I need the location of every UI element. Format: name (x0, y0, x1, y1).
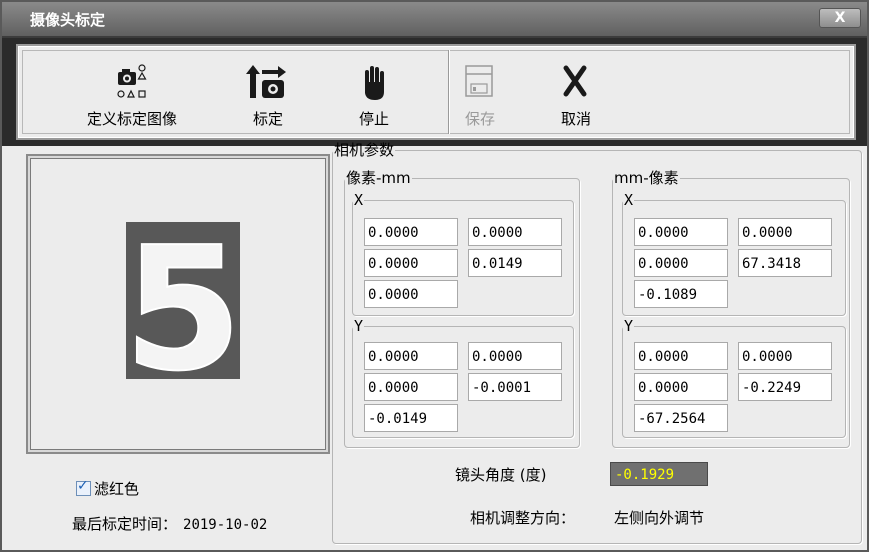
m2p-x-cell[interactable]: 0.0000 (738, 218, 832, 246)
m2p-y-cell[interactable]: 0.0000 (634, 373, 728, 401)
mm-to-pixel-y-label: Y (624, 317, 634, 335)
define-image-button[interactable]: 定义标定图像 (62, 52, 202, 134)
close-button[interactable]: X (819, 8, 861, 28)
stop-button[interactable]: 停止 (344, 52, 404, 134)
p2m-x-cell[interactable]: 0.0000 (364, 280, 458, 308)
p2m-x-cell[interactable]: 0.0000 (468, 218, 562, 246)
m2p-y-cell[interactable]: 0.0000 (738, 342, 832, 370)
mm-to-pixel-x-label: X (624, 191, 634, 209)
last-calibration-date: 2019-10-02 (183, 517, 268, 533)
main-panel: 5 滤红色 最后标定时间： 2019-10-02 相机参数 像素-mm X 0.0… (16, 142, 862, 546)
pixel-to-mm-y-label: Y (354, 317, 364, 335)
toolbar: 定义标定图像 标定 停止 保存 取消 (16, 44, 856, 140)
filter-red-checkbox[interactable] (76, 478, 91, 496)
p2m-y-cell[interactable]: -0.0001 (468, 373, 562, 401)
calibration-image: 5 (123, 210, 243, 410)
hand-stop-icon (344, 60, 404, 102)
p2m-x-cell[interactable]: 0.0149 (468, 249, 562, 277)
floppy-disk-icon (450, 60, 510, 102)
m2p-x-cell[interactable]: 67.3418 (738, 249, 832, 277)
m2p-y-cell[interactable]: 0.0000 (634, 342, 728, 370)
cancel-label: 取消 (560, 110, 591, 128)
last-calibration-label: 最后标定时间： (72, 515, 178, 533)
close-x-icon (546, 60, 606, 102)
pixel-to-mm-title: 像素-mm (346, 169, 411, 187)
mm-to-pixel-title: mm-像素 (614, 169, 679, 187)
cancel-button[interactable]: 取消 (546, 52, 606, 134)
p2m-x-cell[interactable]: 0.0000 (364, 249, 458, 277)
p2m-y-cell[interactable]: 0.0000 (468, 342, 562, 370)
p2m-y-cell[interactable]: 0.0000 (364, 373, 458, 401)
lens-angle-label: 镜头角度 (度) (455, 466, 547, 484)
title-bar[interactable]: 摄像头标定 X (2, 2, 867, 38)
save-label: 保存 (464, 110, 495, 128)
filter-red-label: 滤红色 (94, 480, 140, 498)
adjust-direction-value: 左侧向外调节 (614, 509, 705, 527)
calibration-window: 摄像头标定 X 定义标定图像 标定 停止 保存 取消 5 ✓滤红色 最后标定时间… (0, 0, 869, 552)
m2p-x-cell[interactable]: 0.0000 (634, 218, 728, 246)
camera-params-title: 相机参数 (334, 141, 395, 159)
calibrate-icon (238, 60, 298, 102)
define-image-label: 定义标定图像 (86, 110, 177, 128)
m2p-y-cell[interactable]: -0.2249 (738, 373, 832, 401)
pixel-to-mm-x-label: X (354, 191, 364, 209)
p2m-y-cell[interactable]: 0.0000 (364, 342, 458, 370)
lens-angle-value[interactable]: -0.1929 (610, 462, 708, 486)
toolbar-separator (448, 50, 449, 134)
save-button[interactable]: 保存 (450, 52, 510, 134)
camera-shapes-icon (62, 60, 202, 102)
m2p-x-cell[interactable]: -0.1089 (634, 280, 728, 308)
p2m-x-cell[interactable]: 0.0000 (364, 218, 458, 246)
window-title: 摄像头标定 (30, 11, 106, 29)
p2m-y-cell[interactable]: -0.0149 (364, 404, 458, 432)
image-preview: 5 (26, 154, 330, 454)
adjust-direction-label: 相机调整方向： (470, 509, 576, 527)
calibrate-label: 标定 (252, 110, 283, 128)
calibrate-button[interactable]: 标定 (238, 52, 298, 134)
stop-label: 停止 (358, 110, 389, 128)
last-calibration: 最后标定时间： 2019-10-02 (72, 513, 267, 534)
m2p-x-cell[interactable]: 0.0000 (634, 249, 728, 277)
m2p-y-cell[interactable]: -67.2564 (634, 404, 728, 432)
filter-red-option[interactable]: 滤红色 (76, 478, 139, 499)
preview-digit: 5 (126, 222, 240, 379)
